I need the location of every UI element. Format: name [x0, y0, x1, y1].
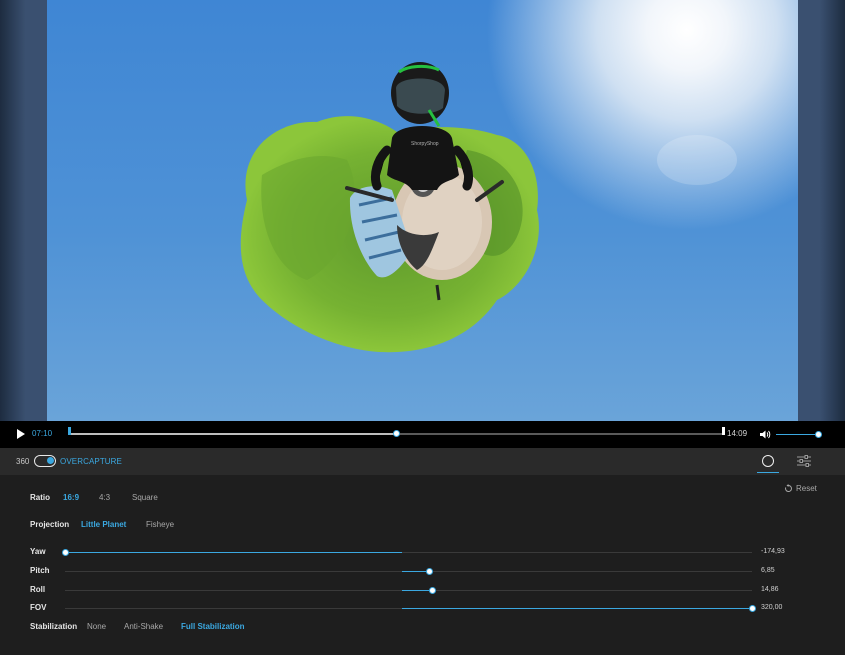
fov-slider[interactable] — [65, 608, 752, 609]
pitch-slider[interactable] — [65, 571, 752, 572]
reset-label: Reset — [796, 484, 817, 493]
tab-framing[interactable] — [757, 448, 779, 475]
transport-bar: 07:10 14:09 — [0, 421, 845, 448]
trim-start-handle[interactable] — [68, 427, 71, 435]
stabilization-label: Stabilization — [30, 622, 78, 631]
play-icon — [17, 429, 25, 439]
adjust-sliders-icon[interactable] — [796, 454, 812, 468]
mode-bar: 360 OVERCAPTURE — [0, 448, 845, 475]
yaw-slider-knob[interactable] — [61, 549, 69, 556]
framing-circle-icon — [762, 455, 774, 467]
yaw-slider-fill — [65, 552, 402, 553]
trim-end-handle[interactable] — [722, 427, 725, 435]
yaw-slider[interactable] — [65, 552, 752, 553]
pitch-slider-fill — [401, 571, 430, 572]
yaw-label: Yaw — [30, 547, 46, 556]
roll-slider[interactable] — [65, 590, 752, 591]
fov-value: 320,00 — [761, 604, 783, 611]
toggle-knob — [47, 457, 54, 464]
fov-slider-fill — [401, 608, 752, 609]
active-tab-indicator — [757, 472, 779, 473]
projection-option-little-planet[interactable]: Little Planet — [81, 520, 126, 529]
ratio-option-16-9[interactable]: 16:9 — [63, 493, 79, 502]
speaker-icon[interactable] — [759, 429, 771, 440]
roll-value: 14,86 — [761, 586, 779, 593]
play-button[interactable] — [13, 427, 27, 441]
projection-label: Projection — [30, 520, 70, 529]
reset-icon — [785, 484, 792, 492]
little-planet-scene: ShorpyShop — [240, 62, 737, 353]
ratio-option-4-3[interactable]: 4:3 — [99, 493, 110, 502]
yaw-value: -174,93 — [761, 548, 785, 555]
overcapture-label: OVERCAPTURE — [60, 457, 122, 466]
stabilization-option-none[interactable]: None — [87, 622, 106, 631]
roll-label: Roll — [30, 585, 46, 594]
roll-slider-knob[interactable] — [429, 587, 437, 594]
stabilization-option-full[interactable]: Full Stabilization — [181, 622, 245, 631]
video-viewport[interactable]: ShorpyShop — [0, 0, 845, 421]
projection-option-fisheye[interactable]: Fisheye — [146, 520, 174, 529]
total-time: 14:09 — [727, 429, 748, 438]
fov-label: FOV — [30, 603, 47, 612]
rider — [387, 126, 459, 190]
label-360: 360 — [16, 457, 30, 466]
video-frame-little-planet[interactable]: ShorpyShop — [47, 0, 798, 421]
overcapture-toggle[interactable] — [34, 455, 56, 467]
volume-knob[interactable] — [814, 431, 822, 438]
ratio-label: Ratio — [30, 493, 50, 502]
svg-text:ShorpyShop: ShorpyShop — [411, 141, 439, 147]
playhead-knob[interactable] — [392, 430, 400, 437]
pitch-label: Pitch — [30, 566, 50, 575]
stabilization-option-anti-shake[interactable]: Anti-Shake — [124, 622, 163, 631]
seek-progress-fill — [68, 433, 396, 435]
current-time: 07:10 — [32, 429, 53, 438]
overcapture-settings-panel: Reset Ratio 16:9 4:3 Square Projection L… — [0, 475, 845, 655]
roll-slider-fill — [401, 590, 433, 591]
pitch-slider-knob[interactable] — [425, 568, 433, 575]
fov-slider-knob[interactable] — [748, 605, 756, 612]
reset-button[interactable]: Reset — [784, 484, 817, 493]
pitch-value: 6,85 — [761, 567, 775, 574]
ratio-option-square[interactable]: Square — [132, 493, 158, 502]
